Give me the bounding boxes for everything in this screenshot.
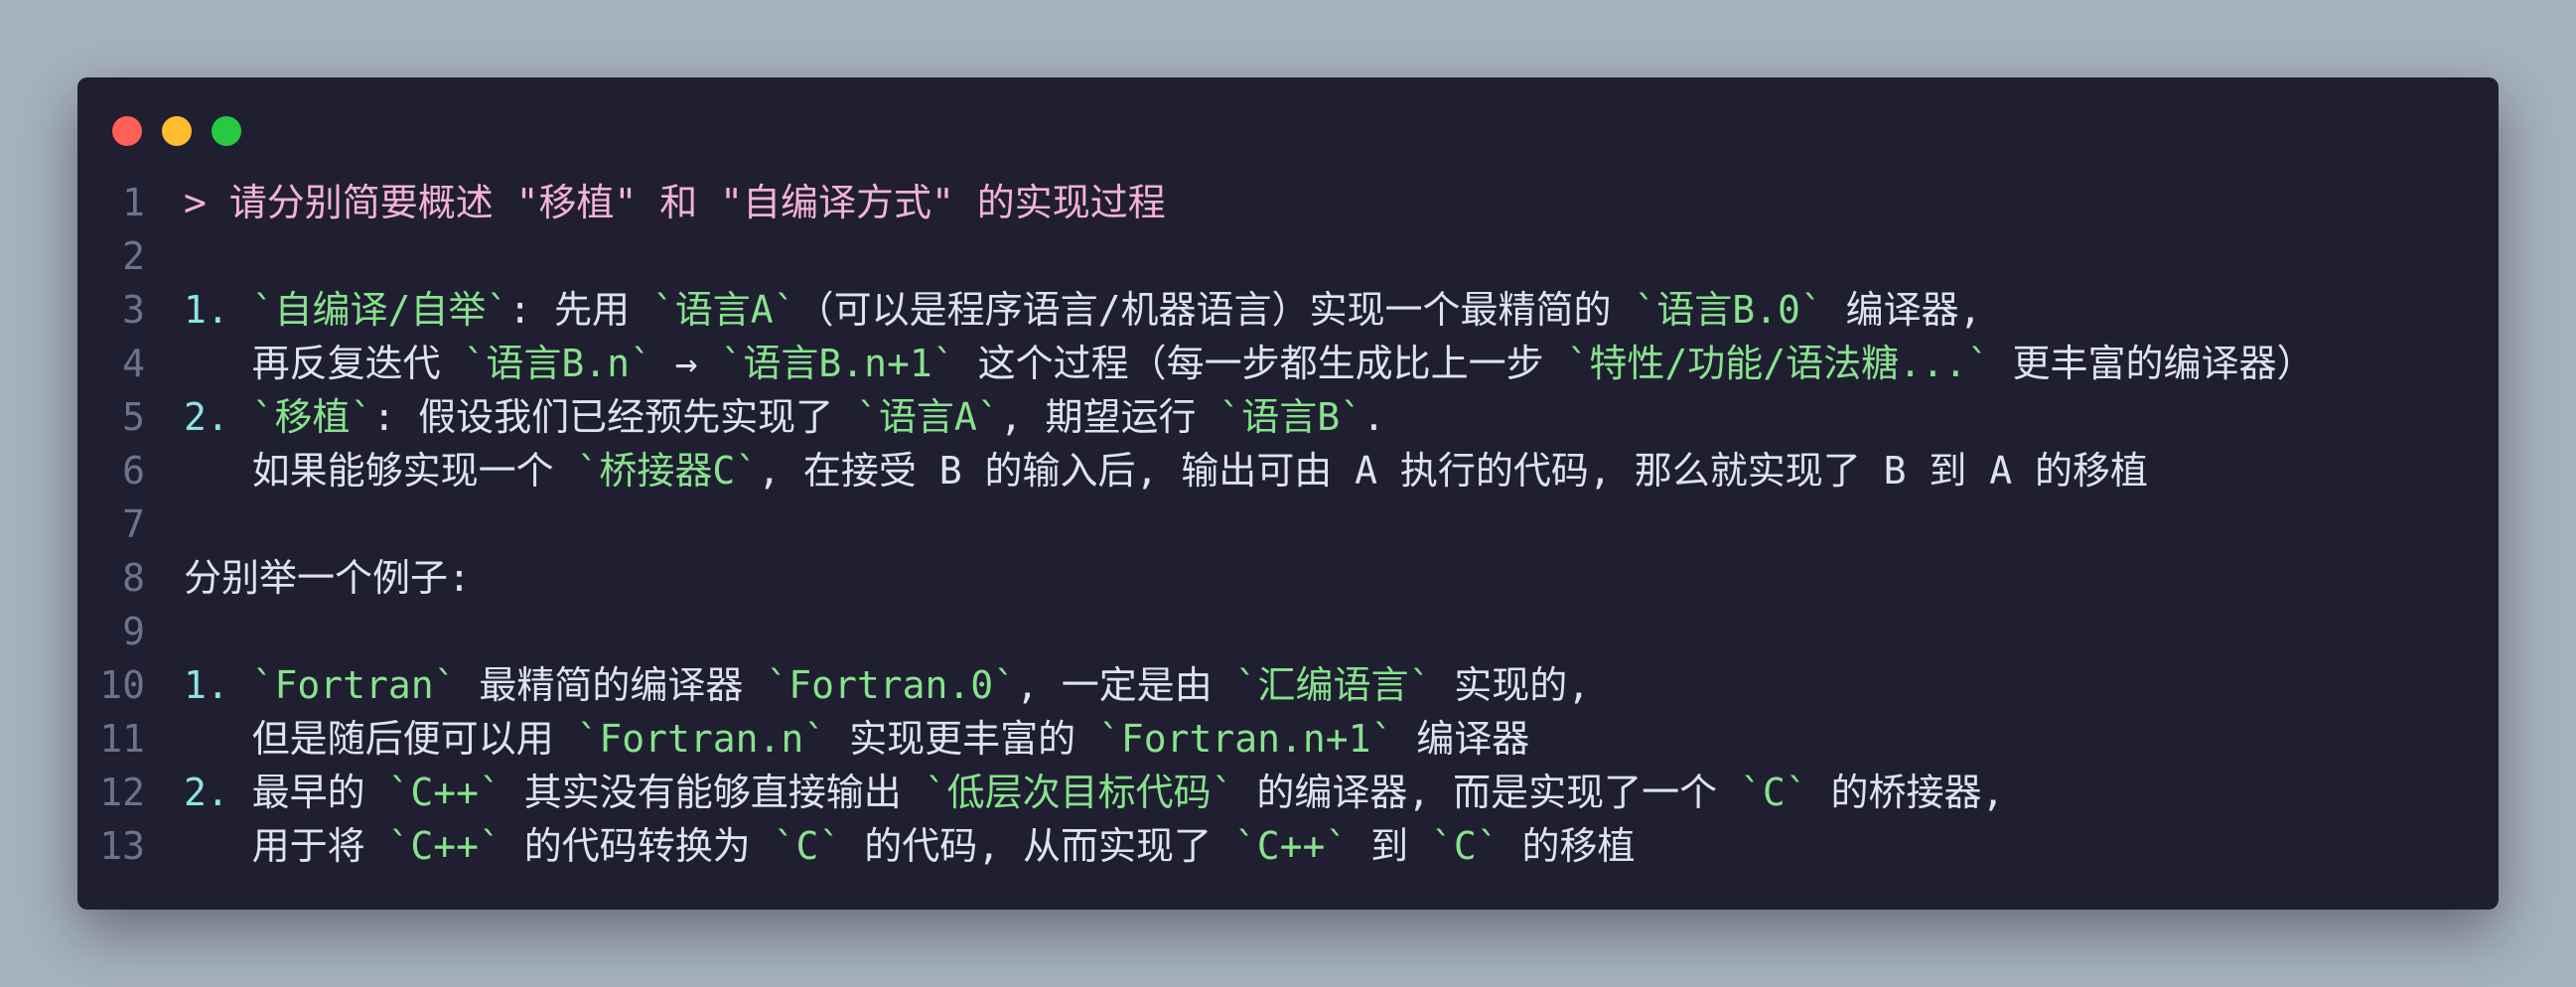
line-number: 13 bbox=[99, 824, 145, 868]
line-text: 编译器, bbox=[1822, 288, 1982, 332]
code-token: `语言B` bbox=[1218, 395, 1362, 439]
line-text: 这个过程（每一步都生成比上一步 bbox=[954, 342, 1567, 385]
minimize-button[interactable] bbox=[162, 116, 192, 146]
line-text: 实现的, bbox=[1431, 663, 1591, 707]
code-token: `语言A` bbox=[856, 395, 1000, 439]
line-number: 6 bbox=[122, 449, 145, 493]
line-content: 但是随后便可以用 `Fortran.n` 实现更丰富的 `Fortran.n+1… bbox=[184, 712, 1530, 766]
code-token: `C++` bbox=[387, 771, 501, 814]
maximize-button[interactable] bbox=[212, 116, 241, 146]
line-text: 最早的 bbox=[251, 771, 388, 814]
code-window: 1 > 请分别简要概述 "移植" 和 "自编译方式" 的实现过程 2 3 1. `自编译… bbox=[77, 77, 2499, 910]
line-text: 的桥接器, bbox=[1807, 771, 2005, 814]
line-content: 2. `移植`: 假设我们已经预先实现了 `语言A`, 期望运行 `语言B`. bbox=[184, 390, 1385, 444]
line-number: 5 bbox=[122, 395, 145, 439]
code-token: `自编译/自举` bbox=[251, 288, 509, 332]
line-content: 2. 最早的 `C++` 其实没有能够直接输出 `低层次目标代码` 的编译器, … bbox=[184, 766, 2004, 819]
line-number: 9 bbox=[122, 610, 145, 653]
code-token: `汇编语言` bbox=[1234, 663, 1432, 707]
line-text: , 在接受 B 的输入后, 输出可由 A 执行的代码, 那么就实现了 B 到 A… bbox=[758, 449, 2148, 493]
line-content: 分别举一个例子: bbox=[184, 551, 471, 605]
line-text: 更丰富的编译器） bbox=[1989, 342, 2315, 385]
code-line: 8 分别举一个例子: bbox=[77, 551, 2499, 605]
code-token: `Fortran` bbox=[251, 663, 457, 707]
code-token: `C++` bbox=[387, 824, 501, 868]
code-token: `语言B.n` bbox=[463, 342, 652, 385]
line-text: 其实没有能够直接输出 bbox=[501, 771, 925, 814]
line-text: 实现更丰富的 bbox=[826, 717, 1098, 761]
code-line: 9 bbox=[77, 605, 2499, 658]
code-token: `Fortran.n` bbox=[576, 717, 827, 761]
line-text: 分别举一个例子: bbox=[184, 556, 471, 600]
code-token: `C` bbox=[773, 824, 842, 868]
list-marker: 2. bbox=[184, 771, 252, 814]
line-number: 7 bbox=[122, 502, 145, 546]
code-line: 5 2. `移植`: 假设我们已经预先实现了 `语言A`, 期望运行 `语言B`. bbox=[77, 390, 2499, 444]
line-text: 到 bbox=[1348, 824, 1431, 868]
line-number: 1 bbox=[122, 181, 145, 224]
line-text: , 一定是由 bbox=[1015, 663, 1235, 707]
line-text: 的代码, 从而实现了 bbox=[841, 824, 1234, 868]
code-token: `语言B.n+1` bbox=[720, 342, 955, 385]
code-token: `移植` bbox=[251, 395, 373, 439]
code-token: `低层次目标代码` bbox=[924, 771, 1234, 814]
code-token: `Fortran.n+1` bbox=[1097, 717, 1394, 761]
line-content: 再反复迭代 `语言B.n` → `语言B.n+1` 这个过程（每一步都生成比上一… bbox=[184, 337, 2315, 390]
code-block: 1 > 请分别简要概述 "移植" 和 "自编译方式" 的实现过程 2 3 1. `自编译… bbox=[77, 176, 2499, 873]
code-line: 13 用于将 `C++` 的代码转换为 `C` 的代码, 从而实现了 `C++`… bbox=[77, 819, 2499, 873]
list-marker: 1. bbox=[184, 288, 252, 332]
line-text: . bbox=[1361, 395, 1385, 439]
code-token: `C++` bbox=[1233, 824, 1349, 868]
line-number: 11 bbox=[99, 717, 145, 761]
code-line: 3 1. `自编译/自举`: 先用 `语言A`（可以是程序语言/机器语言）实现一个… bbox=[77, 283, 2499, 337]
code-token: `Fortran.0` bbox=[766, 663, 1016, 707]
code-line: 10 1. `Fortran` 最精简的编译器 `Fortran.0`, 一定是由… bbox=[77, 658, 2499, 712]
line-text: 最精简的编译器 bbox=[456, 663, 767, 707]
line-text: 再反复迭代 bbox=[184, 342, 464, 385]
window-controls bbox=[112, 116, 241, 146]
line-text: （可以是程序语言/机器语言）实现一个最精简的 bbox=[795, 288, 1635, 332]
line-text: > 请分别简要概述 "移植" 和 "自编译方式" 的实现过程 bbox=[184, 181, 1166, 224]
code-token: `语言B.0` bbox=[1634, 288, 1823, 332]
line-content: 1. `自编译/自举`: 先用 `语言A`（可以是程序语言/机器语言）实现一个最… bbox=[184, 283, 1981, 337]
line-text: 用于将 bbox=[184, 824, 388, 868]
code-line: 2 bbox=[77, 229, 2499, 283]
code-token: `特性/功能/语法糖...` bbox=[1566, 342, 1990, 385]
line-text: : 假设我们已经预先实现了 bbox=[372, 395, 857, 439]
code-line: 6 如果能够实现一个 `桥接器C`, 在接受 B 的输入后, 输出可由 A 执行… bbox=[77, 444, 2499, 497]
close-button[interactable] bbox=[112, 116, 142, 146]
line-number: 4 bbox=[122, 342, 145, 385]
line-content: 如果能够实现一个 `桥接器C`, 在接受 B 的输入后, 输出可由 A 执行的代… bbox=[184, 444, 2148, 497]
line-text: 但是随后便可以用 bbox=[184, 717, 577, 761]
line-content: > 请分别简要概述 "移植" 和 "自编译方式" 的实现过程 bbox=[184, 176, 1166, 229]
line-text: : 先用 bbox=[508, 288, 652, 332]
line-number: 2 bbox=[122, 234, 145, 278]
code-line: 4 再反复迭代 `语言B.n` → `语言B.n+1` 这个过程（每一步都生成比… bbox=[77, 337, 2499, 390]
code-line: 11 但是随后便可以用 `Fortran.n` 实现更丰富的 `Fortran.… bbox=[77, 712, 2499, 766]
list-marker: 2. bbox=[184, 395, 252, 439]
code-line: 12 2. 最早的 `C++` 其实没有能够直接输出 `低层次目标代码` 的编译器… bbox=[77, 766, 2499, 819]
code-token: `桥接器C` bbox=[576, 449, 759, 493]
code-line: 7 bbox=[77, 497, 2499, 551]
line-text: 如果能够实现一个 bbox=[184, 449, 577, 493]
line-text: 的移植 bbox=[1499, 824, 1636, 868]
line-content: 用于将 `C++` 的代码转换为 `C` 的代码, 从而实现了 `C++` 到 … bbox=[184, 819, 1636, 873]
code-token: `语言A` bbox=[651, 288, 796, 332]
line-text: 的编译器, 而是实现了一个 bbox=[1233, 771, 1740, 814]
line-number: 10 bbox=[99, 663, 145, 707]
code-line: 1 > 请分别简要概述 "移植" 和 "自编译方式" 的实现过程 bbox=[77, 176, 2499, 229]
line-number: 12 bbox=[99, 771, 145, 814]
line-content: 1. `Fortran` 最精简的编译器 `Fortran.0`, 一定是由 `… bbox=[184, 658, 1590, 712]
code-token: `C` bbox=[1739, 771, 1808, 814]
line-text: 的代码转换为 bbox=[501, 824, 774, 868]
line-number: 8 bbox=[122, 556, 145, 600]
line-text: → bbox=[651, 342, 721, 385]
code-token: `C` bbox=[1430, 824, 1500, 868]
line-text: 编译器 bbox=[1393, 717, 1530, 761]
list-marker: 1. bbox=[184, 663, 252, 707]
line-text: , 期望运行 bbox=[999, 395, 1219, 439]
line-number: 3 bbox=[122, 288, 145, 332]
